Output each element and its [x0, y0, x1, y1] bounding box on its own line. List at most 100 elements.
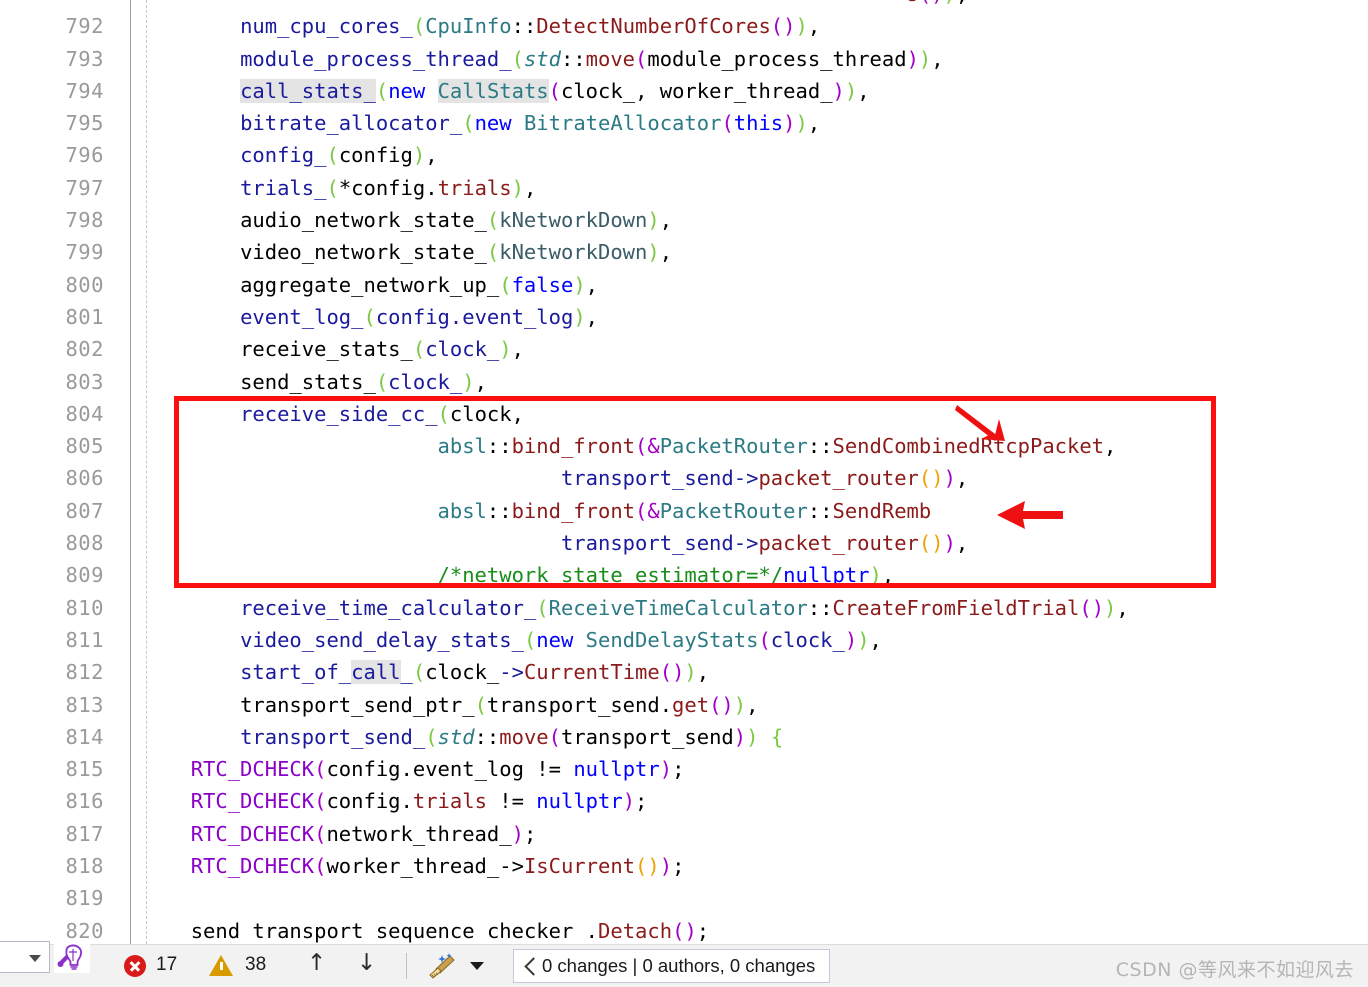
code-cleanup-broom-icon[interactable]: [428, 953, 458, 986]
code-text[interactable]: bitrate_allocator_(new BitrateAllocator(…: [166, 107, 820, 139]
code-text[interactable]: module_process_thread_(std::move(module_…: [166, 43, 944, 75]
code-text[interactable]: transport_send_ptr_(transport_send.get()…: [166, 689, 758, 721]
code-line[interactable]: 798 audio_network_state_(kNetworkDown),: [0, 204, 1368, 236]
code-text[interactable]: trials_(*config.trials),: [166, 172, 536, 204]
code-lines-container[interactable]: s()),792 num_cpu_cores_(CpuInfo::DetectN…: [0, 0, 1368, 944]
code-line[interactable]: 805 absl::bind_front(&PacketRouter::Send…: [0, 430, 1368, 462]
intellicode-icon[interactable]: [54, 941, 90, 973]
code-line[interactable]: 814 transport_send_(std::move(transport_…: [0, 721, 1368, 753]
code-token: BitrateAllocator: [523, 111, 722, 136]
code-line[interactable]: 806 transport_send->packet_router()),: [0, 462, 1368, 494]
code-token: .: [573, 918, 599, 943]
code-line[interactable]: 813 transport_send_ptr_(transport_send.g…: [0, 689, 1368, 721]
previous-issue-arrow-up-icon[interactable]: ↑: [307, 950, 326, 976]
code-token: (: [536, 595, 549, 620]
code-text[interactable]: s()),: [166, 0, 969, 10]
code-text[interactable]: RTC_DCHECK(network_thread_);: [166, 818, 537, 850]
code-text[interactable]: /*network_state_estimator=*/nullptr),: [166, 559, 895, 591]
code-text[interactable]: absl::bind_front(&PacketRouter::SendRemb: [166, 495, 932, 527]
code-text[interactable]: RTC_DCHECK(config.trials != nullptr);: [166, 785, 648, 817]
code-lens-changes[interactable]: 0 changes | 0 authors, 0 changes: [513, 949, 831, 983]
next-issue-arrow-down-icon[interactable]: ↓: [357, 950, 376, 976]
code-text[interactable]: transport_send_(std::move(transport_send…: [166, 721, 783, 753]
code-text[interactable]: transport_send->packet_router()),: [166, 462, 968, 494]
code-line[interactable]: 816 RTC_DCHECK(config.trials != nullptr)…: [0, 785, 1368, 817]
code-line[interactable]: 796 config_(config),: [0, 139, 1368, 171]
code-text[interactable]: config_(config),: [166, 139, 438, 171]
code-text[interactable]: call_stats_(new CallStats(clock_, worker…: [166, 75, 870, 107]
code-line[interactable]: 802 receive_stats_(clock_),: [0, 333, 1368, 365]
code-token: ): [733, 692, 747, 717]
code-text[interactable]: absl::bind_front(&PacketRouter::SendComb…: [166, 430, 1117, 462]
code-line[interactable]: 818 RTC_DCHECK(worker_thread_->IsCurrent…: [0, 850, 1368, 882]
code-token: ,: [881, 563, 895, 588]
code-text[interactable]: audio_network_state_(kNetworkDown),: [166, 204, 672, 236]
line-number: 802: [65, 337, 104, 362]
code-token: (: [314, 757, 327, 782]
cleanup-chevron-down-icon[interactable]: [470, 962, 484, 970]
code-text[interactable]: video_send_delay_stats_(new SendDelaySta…: [166, 624, 882, 656]
code-line[interactable]: 793 module_process_thread_(std::move(mod…: [0, 43, 1368, 75]
code-text[interactable]: num_cpu_cores_(CpuInfo::DetectNumberOfCo…: [166, 10, 820, 42]
code-line[interactable]: s()),: [0, 0, 1368, 10]
code-token: ,: [585, 272, 598, 297]
code-line[interactable]: 817 RTC_DCHECK(network_thread_);: [0, 818, 1368, 850]
error-circle-icon[interactable]: [124, 955, 146, 977]
code-token: ,: [659, 240, 673, 265]
code-line[interactable]: 804 receive_side_cc_(clock,: [0, 398, 1368, 430]
status-bar[interactable]: 17 38 ↑ ↓ 0 changes | 0 authors, 0 chang…: [0, 941, 1368, 987]
code-text[interactable]: event_log_(config.event_log),: [166, 301, 598, 333]
line-number: 797: [65, 175, 104, 200]
changes-text: 0 changes | 0 authors, 0 changes: [542, 955, 816, 976]
scope-dropdown[interactable]: [0, 941, 50, 973]
code-token: get: [672, 692, 710, 717]
code-token: (: [412, 14, 426, 39]
code-token: (: [474, 692, 487, 717]
code-text[interactable]: video_network_state_(kNetworkDown),: [166, 236, 672, 268]
code-text[interactable]: aggregate_network_up_(false),: [166, 269, 598, 301]
code-token: (: [326, 143, 339, 168]
code-line[interactable]: 792 num_cpu_cores_(CpuInfo::DetectNumber…: [0, 10, 1368, 42]
code-text[interactable]: send transport sequence checker .Detach(…: [166, 915, 709, 944]
code-line[interactable]: 810 receive_time_calculator_(ReceiveTime…: [0, 592, 1368, 624]
code-line[interactable]: 811 video_send_delay_stats_(new SendDela…: [0, 624, 1368, 656]
code-line[interactable]: 820 send transport sequence checker .Det…: [0, 915, 1368, 944]
code-line[interactable]: 795 bitrate_allocator_(new BitrateAlloca…: [0, 107, 1368, 139]
code-text[interactable]: transport_send->packet_router()),: [166, 527, 968, 559]
code-line[interactable]: 801 event_log_(config.event_log),: [0, 301, 1368, 333]
code-text[interactable]: send_stats_(clock_),: [166, 366, 487, 398]
error-count[interactable]: 17: [156, 954, 177, 976]
code-token: (: [635, 46, 648, 71]
code-token: (: [1079, 595, 1092, 620]
code-line[interactable]: 809 /*network_state_estimator=*/nullptr)…: [0, 559, 1368, 591]
code-line[interactable]: 799 video_network_state_(kNetworkDown),: [0, 236, 1368, 268]
code-text[interactable]: receive_side_cc_(clock,: [166, 398, 524, 430]
code-token: SendCombinedRtcpPacket: [832, 434, 1105, 459]
code-editor[interactable]: s()),792 num_cpu_cores_(CpuInfo::DetectN…: [0, 0, 1368, 944]
code-token: ,: [807, 111, 821, 136]
code-token: aggregate_network_up_: [240, 272, 500, 297]
code-line[interactable]: 794 call_stats_(new CallStats(clock_, wo…: [0, 75, 1368, 107]
code-line[interactable]: 812 start_of_call_(clock_->CurrentTime()…: [0, 656, 1368, 688]
code-line[interactable]: 808 transport_send->packet_router()),: [0, 527, 1368, 559]
code-token: clock_: [425, 660, 500, 685]
code-text[interactable]: RTC_DCHECK(config.event_log != nullptr);: [166, 753, 685, 785]
code-line[interactable]: 815 RTC_DCHECK(config.event_log != nullp…: [0, 753, 1368, 785]
code-text[interactable]: receive_time_calculator_(ReceiveTimeCalc…: [166, 592, 1129, 624]
warning-count[interactable]: 38: [245, 954, 266, 976]
code-line[interactable]: 807 absl::bind_front(&PacketRouter::Send…: [0, 495, 1368, 527]
code-text[interactable]: RTC_DCHECK(worker_thread_->IsCurrent());: [166, 850, 685, 882]
code-token: config: [338, 143, 413, 168]
code-line[interactable]: 797 trials_(*config.trials),: [0, 172, 1368, 204]
code-line[interactable]: 803 send_stats_(clock_),: [0, 366, 1368, 398]
code-text[interactable]: receive_stats_(clock_),: [166, 333, 524, 365]
code-line[interactable]: 800 aggregate_network_up_(false),: [0, 269, 1368, 301]
code-token: absl: [437, 434, 487, 459]
warning-triangle-icon[interactable]: [209, 955, 233, 976]
code-line[interactable]: 819: [0, 882, 1368, 914]
code-text[interactable]: start_of_call_(clock_->CurrentTime()),: [166, 656, 709, 688]
